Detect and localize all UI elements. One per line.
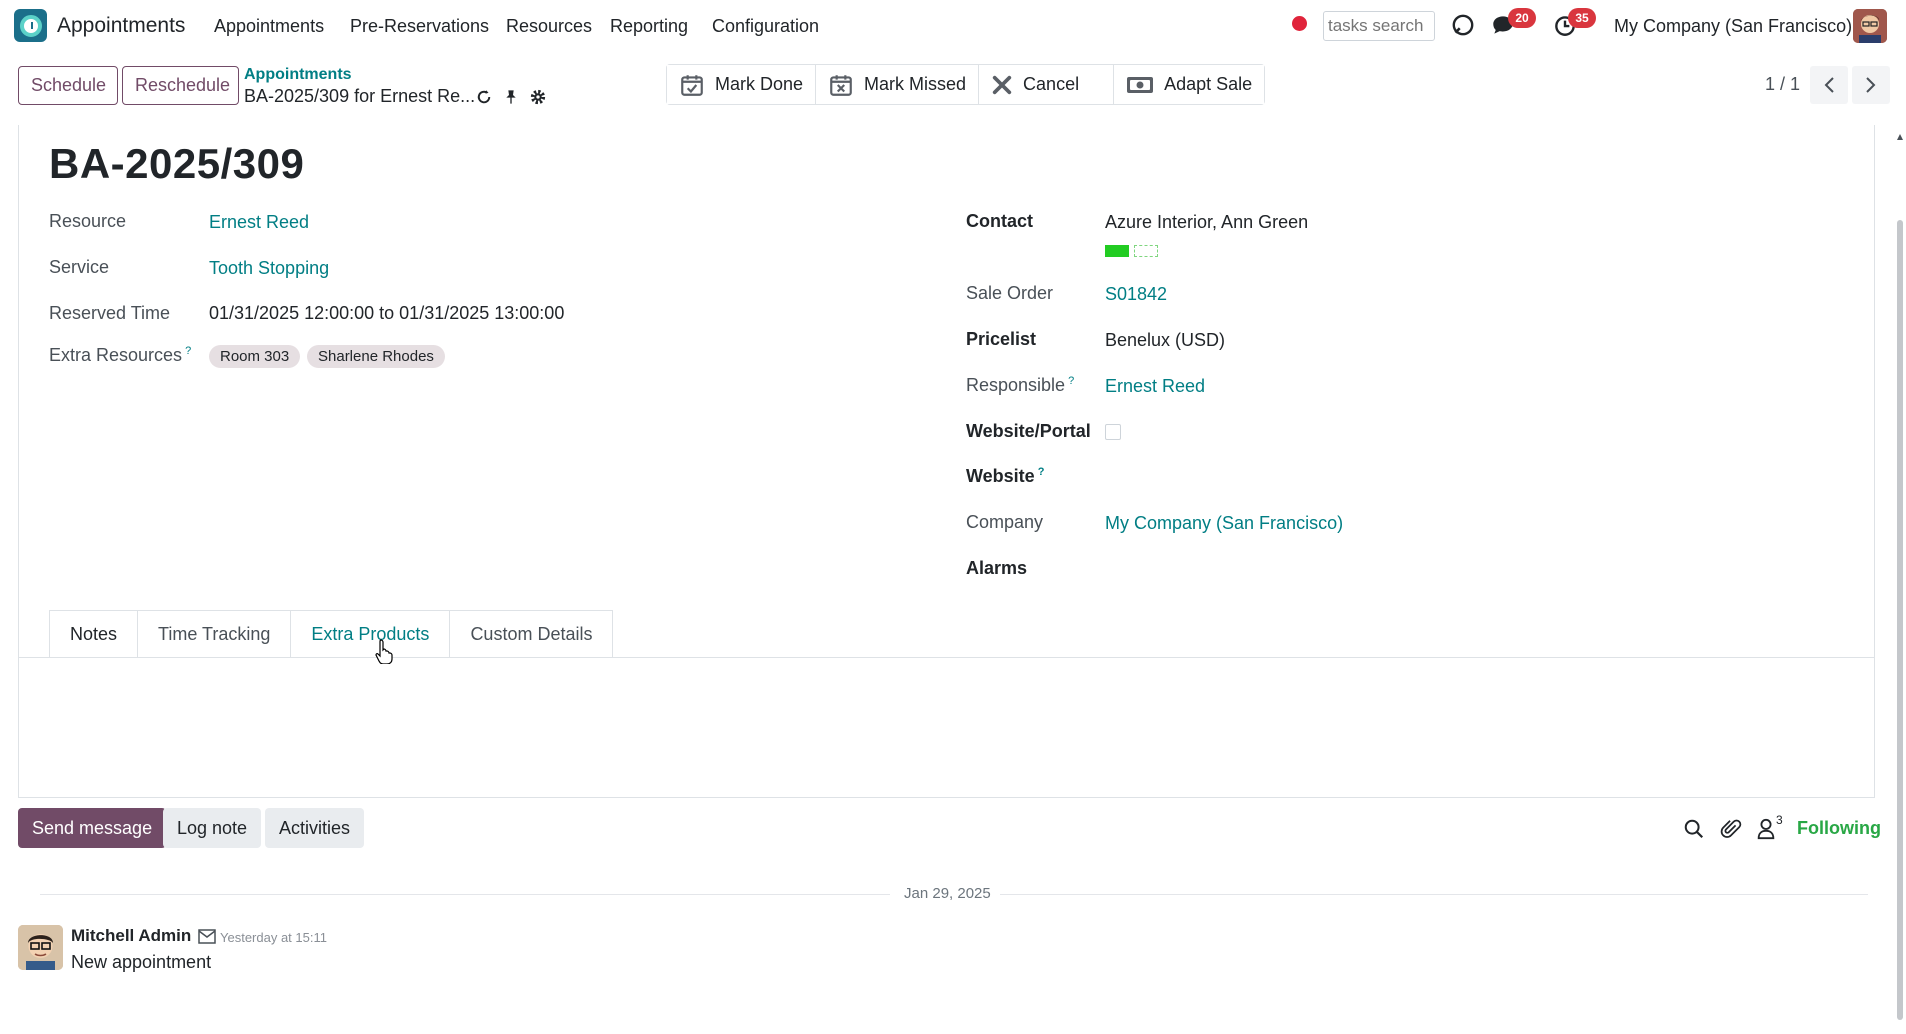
cancel-label: Cancel xyxy=(1023,74,1080,94)
breadcrumb-current-record: BA-2025/309 for Ernest Re... xyxy=(244,86,476,106)
resource-field[interactable]: Ernest Reed xyxy=(209,212,309,233)
mouse-pointer-icon xyxy=(375,639,393,664)
bug-icon[interactable] xyxy=(1450,12,1476,38)
breadcrumb-appointments[interactable]: Appointments xyxy=(244,66,352,84)
website-portal-label: Website/Portal xyxy=(966,421,1091,441)
activities-badge: 35 xyxy=(1568,8,1596,28)
pager-value[interactable]: 1 / 1 xyxy=(1765,74,1800,95)
help-tooltip-icon[interactable]: ? xyxy=(185,345,191,357)
tab-extra-products[interactable]: Extra Products xyxy=(291,610,451,658)
message-author-avatar[interactable] xyxy=(18,925,63,970)
notebook-tabs: Notes Time Tracking Extra Products Custo… xyxy=(49,610,614,658)
record-title[interactable]: BA-2025/309 xyxy=(49,140,304,188)
website-label: Website? xyxy=(966,466,1044,487)
log-note-button[interactable]: Log note xyxy=(163,808,262,848)
website-portal-checkbox[interactable] xyxy=(1105,424,1121,440)
menu-appointments[interactable]: Appointments xyxy=(214,16,324,37)
message-timestamp: Yesterday at 15:11 xyxy=(220,930,327,945)
pager-next-button[interactable] xyxy=(1852,66,1890,104)
search-icon[interactable] xyxy=(1683,818,1705,840)
tab-time-tracking[interactable]: Time Tracking xyxy=(138,610,292,658)
reserved-time-field[interactable]: 01/31/2025 12:00:00 to 01/31/2025 13:00:… xyxy=(209,303,564,324)
service-field[interactable]: Tooth Stopping xyxy=(209,258,329,279)
cancel-button[interactable]: Cancel xyxy=(979,65,1115,104)
schedule-button[interactable]: Schedule xyxy=(18,66,118,105)
page-scrollbar[interactable] xyxy=(1896,130,1904,1030)
adapt-sale-button[interactable]: Adapt Sale xyxy=(1114,65,1265,104)
extra-resources-label: Extra Resources? xyxy=(49,345,191,366)
appointments-app-icon[interactable] xyxy=(14,9,47,42)
reserved-time-label: Reserved Time xyxy=(49,303,171,323)
mark-missed-label: Mark Missed xyxy=(864,74,967,94)
contact-color-swatch[interactable] xyxy=(1105,245,1129,257)
recording-indicator[interactable] xyxy=(1292,16,1307,31)
date-separator-line xyxy=(1000,894,1868,895)
mark-missed-button[interactable]: Mark Missed xyxy=(816,65,980,104)
alarms-label: Alarms xyxy=(966,558,1028,578)
date-separator-line xyxy=(40,894,890,895)
date-separator: Jan 29, 2025 xyxy=(904,885,991,902)
record-actions xyxy=(475,88,547,106)
sale-order-label: Sale Order xyxy=(966,283,1054,303)
tasks-search-input[interactable] xyxy=(1323,11,1435,41)
refresh-icon[interactable] xyxy=(475,88,493,106)
send-message-button[interactable]: Send message xyxy=(18,808,167,848)
company-label: Company xyxy=(966,512,1044,532)
contact-color-swatch-empty[interactable] xyxy=(1134,245,1158,257)
extra-resource-tag[interactable]: Room 303 xyxy=(209,345,301,368)
gear-icon[interactable] xyxy=(529,88,547,106)
contact-field[interactable]: Azure Interior, Ann Green xyxy=(1105,212,1308,233)
tab-custom-details[interactable]: Custom Details xyxy=(450,610,614,658)
extra-resource-tag[interactable]: Sharlene Rhodes xyxy=(307,345,445,368)
calendar-x-icon xyxy=(830,74,852,96)
adapt-sale-label: Adapt Sale xyxy=(1164,74,1253,94)
top-navbar: Appointments Appointments Pre-Reservatio… xyxy=(0,0,1906,52)
menu-pre-reservations[interactable]: Pre-Reservations xyxy=(350,16,489,37)
app-name[interactable]: Appointments xyxy=(57,14,185,38)
pin-icon[interactable] xyxy=(503,88,519,106)
help-tooltip-icon[interactable]: ? xyxy=(1038,466,1045,478)
resource-label: Resource xyxy=(49,211,127,231)
paperclip-icon[interactable] xyxy=(1720,818,1742,840)
sale-order-field[interactable]: S01842 xyxy=(1105,284,1167,305)
contact-label: Contact xyxy=(966,211,1033,231)
close-icon xyxy=(992,75,1012,94)
pricelist-label: Pricelist xyxy=(966,329,1037,349)
responsible-label-text: Responsible xyxy=(966,375,1066,395)
chevron-right-icon xyxy=(1866,77,1876,93)
tab-divider xyxy=(18,657,1875,658)
responsible-label: Responsible? xyxy=(966,375,1074,396)
responsible-field[interactable]: Ernest Reed xyxy=(1105,376,1205,397)
menu-reporting[interactable]: Reporting xyxy=(610,16,688,37)
followers-icon[interactable] xyxy=(1756,818,1776,840)
envelope-icon xyxy=(198,929,216,944)
action-button-group: Mark Done Mark Missed Cancel Adapt Sale xyxy=(666,64,1266,105)
company-switcher[interactable]: My Company (San Francisco) xyxy=(1614,16,1852,37)
calendar-check-icon xyxy=(681,74,703,96)
mark-done-label: Mark Done xyxy=(715,74,804,94)
user-avatar[interactable] xyxy=(1853,9,1887,43)
menu-configuration[interactable]: Configuration xyxy=(712,16,819,37)
reschedule-button[interactable]: Reschedule xyxy=(122,66,239,105)
chevron-left-icon xyxy=(1824,77,1834,93)
pager-previous-button[interactable] xyxy=(1810,66,1848,104)
tab-notes[interactable]: Notes xyxy=(49,610,139,658)
website-label-text: Website xyxy=(966,466,1035,486)
mark-done-button[interactable]: Mark Done xyxy=(667,65,817,104)
followers-count[interactable]: 3 xyxy=(1776,813,1783,827)
company-field[interactable]: My Company (San Francisco) xyxy=(1105,513,1343,534)
message-body: New appointment xyxy=(71,952,212,972)
help-tooltip-icon[interactable]: ? xyxy=(1068,375,1074,387)
following-button[interactable]: Following xyxy=(1797,818,1881,839)
message-author[interactable]: Mitchell Admin xyxy=(71,926,191,946)
money-icon xyxy=(1127,76,1154,93)
pricelist-field[interactable]: Benelux (USD) xyxy=(1105,330,1225,351)
service-label: Service xyxy=(49,257,110,277)
messages-badge: 20 xyxy=(1508,8,1536,28)
extra-resources-label-text: Extra Resources xyxy=(49,345,183,365)
activities-button[interactable]: Activities xyxy=(265,808,365,848)
menu-resources[interactable]: Resources xyxy=(506,16,592,37)
